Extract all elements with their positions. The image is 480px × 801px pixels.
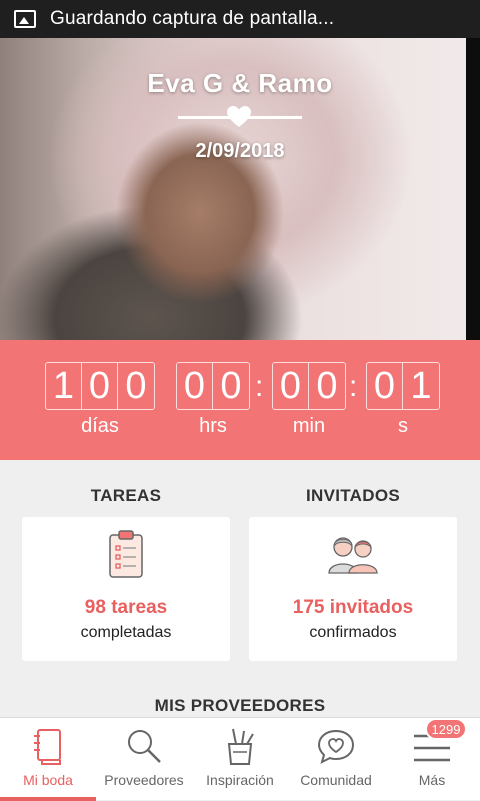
tab-inspiracion[interactable]: Inspiración (192, 718, 288, 801)
wedding-date: 2/09/2018 (195, 140, 285, 162)
active-tab-indicator (0, 797, 96, 801)
days-digit: 0 (125, 364, 147, 407)
notification-badge: 1299 (425, 718, 467, 740)
seconds-digit: 1 (410, 364, 432, 407)
days-digit: 1 (46, 363, 82, 409)
countdown-days: 1 0 0 (45, 362, 155, 410)
countdown-hours: 0 0 (176, 362, 250, 410)
clipboard-icon (22, 529, 230, 579)
tab-proveedores[interactable]: Proveedores (96, 718, 192, 801)
hero-banner[interactable]: Eva G & Ramo 2/09/2018 (0, 38, 480, 340)
days-digit: 0 (82, 363, 118, 409)
seconds-digit: 0 (367, 363, 403, 409)
hours-digit: 0 (177, 363, 213, 409)
minutes-label: min (292, 415, 326, 437)
heart-icon (227, 106, 251, 127)
brushes-icon (227, 728, 254, 765)
tab-label: Proveedores (104, 772, 184, 788)
hours-label: hrs (199, 415, 227, 437)
status-bar: Guardando captura de pantalla... (0, 0, 480, 38)
search-icon (128, 730, 161, 763)
bottom-tab-bar: Mi boda Proveedores Inspiración Comunida… (0, 717, 480, 801)
status-text: Guardando captura de pantalla... (50, 8, 335, 29)
tab-label: Más (418, 772, 446, 788)
colon-separator: : (255, 370, 264, 403)
guests-card[interactable]: 175 invitados confirmados (249, 517, 457, 661)
guests-title: INVITADOS (305, 486, 400, 505)
countdown-panel: 1 0 0 0 0 : 0 0 : 0 1 días hrs min s (0, 340, 480, 460)
guests-subtitle: confirmados (309, 624, 397, 641)
tab-mi-boda[interactable]: Mi boda (0, 718, 96, 801)
notebook-icon (34, 729, 61, 765)
couple-names: Eva G & Ramo (147, 68, 333, 98)
chat-heart-icon (317, 729, 355, 764)
countdown-minutes: 0 0 (272, 362, 346, 410)
tab-comunidad[interactable]: Comunidad (288, 718, 384, 801)
vendors-title: MIS PROVEEDORES (154, 696, 326, 715)
countdown-seconds: 0 1 (366, 362, 440, 410)
seconds-label: s (398, 415, 408, 437)
couple-icon (249, 529, 457, 579)
tasks-subtitle: completadas (80, 624, 172, 641)
tab-label: Inspiración (206, 772, 274, 788)
tab-label: Comunidad (300, 772, 372, 788)
tasks-count: 98 tareas (84, 597, 168, 618)
minutes-digit: 0 (273, 363, 309, 409)
tab-label: Mi boda (23, 772, 73, 788)
guests-count: 175 invitados (292, 597, 414, 618)
minutes-digit: 0 (316, 364, 338, 407)
colon-separator: : (349, 370, 358, 403)
image-icon (14, 10, 36, 28)
days-label: días (81, 415, 119, 437)
tasks-card[interactable]: 98 tareas completadas (22, 517, 230, 661)
hours-digit: 0 (220, 364, 242, 407)
tasks-title: TAREAS (90, 486, 162, 505)
